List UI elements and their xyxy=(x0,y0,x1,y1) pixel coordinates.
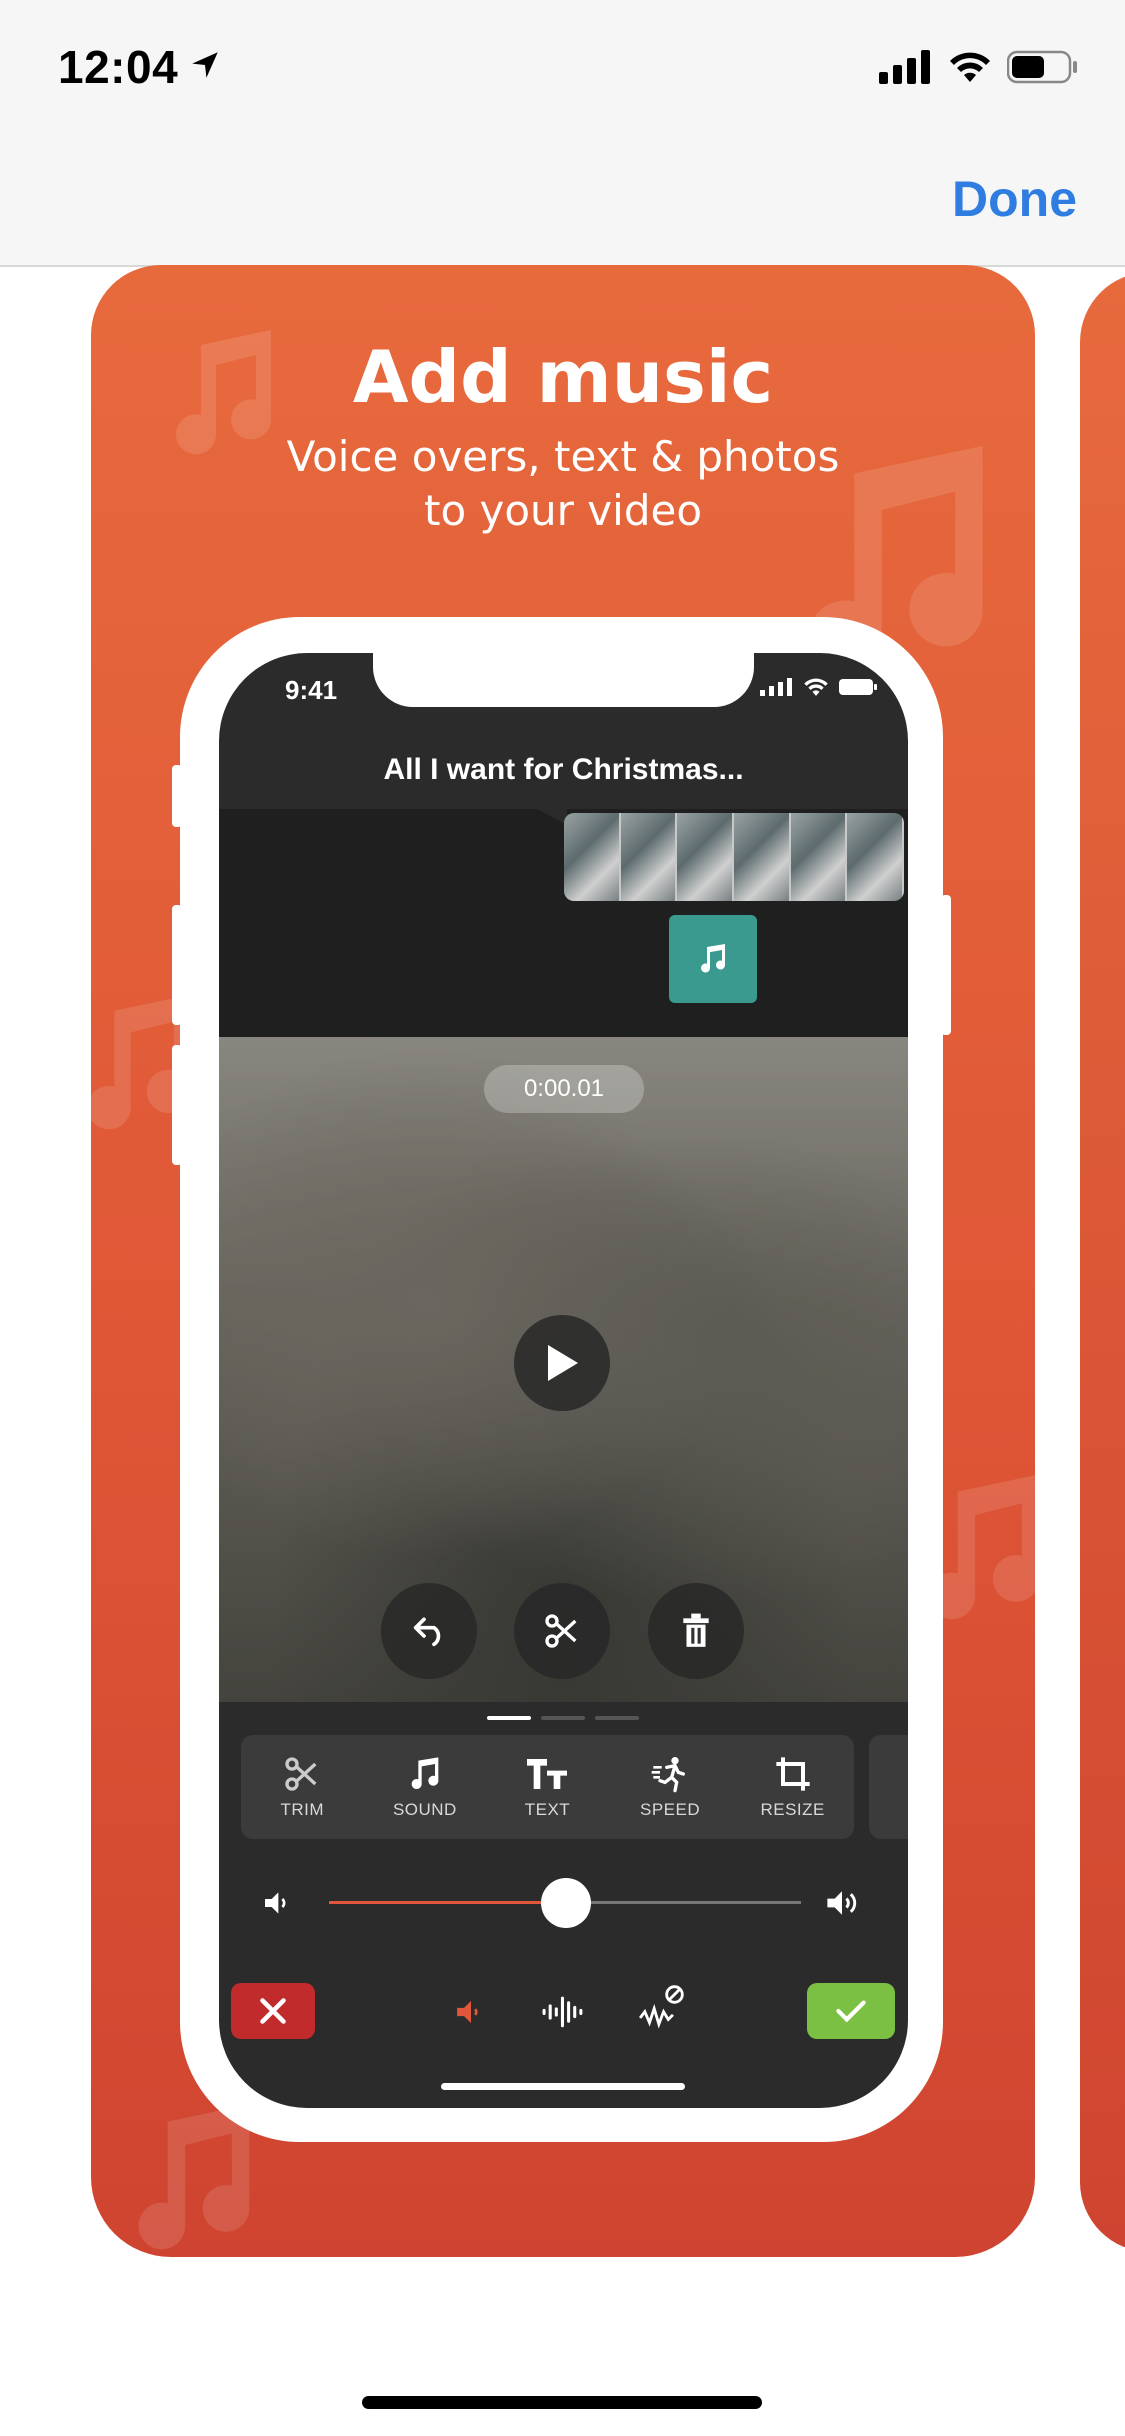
crop-icon xyxy=(776,1757,810,1791)
play-icon xyxy=(548,1345,578,1381)
delete-button[interactable] xyxy=(648,1583,744,1679)
card-title: Add music xyxy=(352,335,774,419)
music-note-icon xyxy=(701,944,726,973)
trash-icon xyxy=(683,1613,709,1647)
card-subtitle-line-1: Voice overs, text & photos xyxy=(286,432,840,481)
volume-slider-fill xyxy=(329,1901,565,1904)
audio-waveform-icon[interactable] xyxy=(541,1993,587,2031)
music-track-marker[interactable] xyxy=(669,915,757,1003)
done-button[interactable]: Done xyxy=(952,170,1077,228)
toolbar-next-item[interactable] xyxy=(869,1735,908,1839)
battery-icon xyxy=(1007,50,1077,84)
wifi-icon xyxy=(950,52,990,82)
home-indicator xyxy=(362,2396,762,2409)
filmstrip-frame xyxy=(620,813,678,901)
phone-status-time: 9:41 xyxy=(285,675,338,705)
video-filmstrip[interactable] xyxy=(564,813,904,901)
phone-cellular-icon xyxy=(760,678,792,696)
filmstrip-frame xyxy=(847,813,904,901)
phone-side-button xyxy=(172,905,182,1025)
undo-button[interactable] xyxy=(381,1583,477,1679)
card-subtitle-line-2: to your video xyxy=(423,486,703,535)
split-button[interactable] xyxy=(514,1583,610,1679)
filmstrip-frame xyxy=(677,813,735,901)
volume-slider-knob[interactable] xyxy=(541,1878,591,1928)
phone-side-button xyxy=(172,765,182,827)
noise-reduction-icon[interactable] xyxy=(637,1983,687,2031)
tool-label: RESIZE xyxy=(760,1800,825,1819)
music-note-icon xyxy=(411,1757,439,1790)
video-preview[interactable]: 0:00.01 xyxy=(219,1037,908,1702)
volume-low-icon xyxy=(265,1892,286,1914)
scissors-icon xyxy=(285,1757,317,1791)
timeline-pointer xyxy=(537,809,567,825)
tool-resize[interactable]: RESIZE xyxy=(731,1735,854,1839)
volume-slider-track[interactable] xyxy=(565,1901,801,1904)
pager-indicator-active xyxy=(487,1716,531,1720)
phone-battery-icon xyxy=(839,679,877,695)
filmstrip-frame xyxy=(734,813,791,901)
tool-label: SOUND xyxy=(392,1800,457,1819)
pager-indicator xyxy=(541,1716,585,1720)
tool-sound[interactable]: SOUND xyxy=(364,1735,487,1839)
volume-high-icon xyxy=(827,1891,857,1915)
cellular-signal-icon xyxy=(879,50,930,84)
phone-screen: 9:41 All I want for Christmas... 0:00.01… xyxy=(219,653,908,2108)
timecode-label: 0:00.01 xyxy=(484,1065,644,1113)
text-icon xyxy=(527,1759,568,1789)
play-button[interactable] xyxy=(514,1315,610,1411)
confirm-button[interactable] xyxy=(807,1983,895,2039)
status-indicators xyxy=(879,50,1079,84)
phone-side-button xyxy=(941,895,951,1035)
undo-icon xyxy=(413,1617,441,1647)
next-screenshot-card[interactable] xyxy=(1080,272,1125,2252)
filmstrip-frame xyxy=(564,813,621,901)
filmstrip-frame xyxy=(790,813,848,901)
checkmark-icon xyxy=(836,2000,866,2023)
scissors-icon xyxy=(545,1614,577,1648)
phone-side-button xyxy=(172,1045,182,1165)
phone-home-indicator xyxy=(441,2083,685,2090)
pager-indicator xyxy=(595,1716,639,1720)
tool-label: SPEED xyxy=(640,1800,701,1819)
tool-speed[interactable]: SPEED xyxy=(609,1735,732,1839)
phone-status-indicators xyxy=(760,677,878,697)
tool-text[interactable]: TEXT xyxy=(486,1735,609,1839)
close-icon xyxy=(260,1998,286,2024)
card-subtitle: Voice overs, text & photos to your video xyxy=(91,430,1035,538)
cancel-button[interactable] xyxy=(231,1983,315,2039)
phone-wifi-icon xyxy=(804,678,828,696)
volume-mute-icon[interactable] xyxy=(453,1995,489,2029)
running-icon xyxy=(651,1757,686,1793)
status-time: 12:04 xyxy=(58,41,179,93)
volume-row xyxy=(219,1873,908,1933)
status-bar: 12:04 xyxy=(0,0,1125,140)
edit-toolbar: TRIM SOUND TEXT SPEED RESIZE xyxy=(241,1735,854,1839)
tool-label: TRIM xyxy=(280,1800,325,1819)
clip-title: All I want for Christmas... xyxy=(383,753,744,786)
location-arrow-icon xyxy=(192,52,218,78)
tool-trim[interactable]: TRIM xyxy=(241,1735,364,1839)
phone-notch xyxy=(373,653,754,707)
tool-label: TEXT xyxy=(524,1800,571,1819)
nav-bar: Done xyxy=(0,140,1125,267)
